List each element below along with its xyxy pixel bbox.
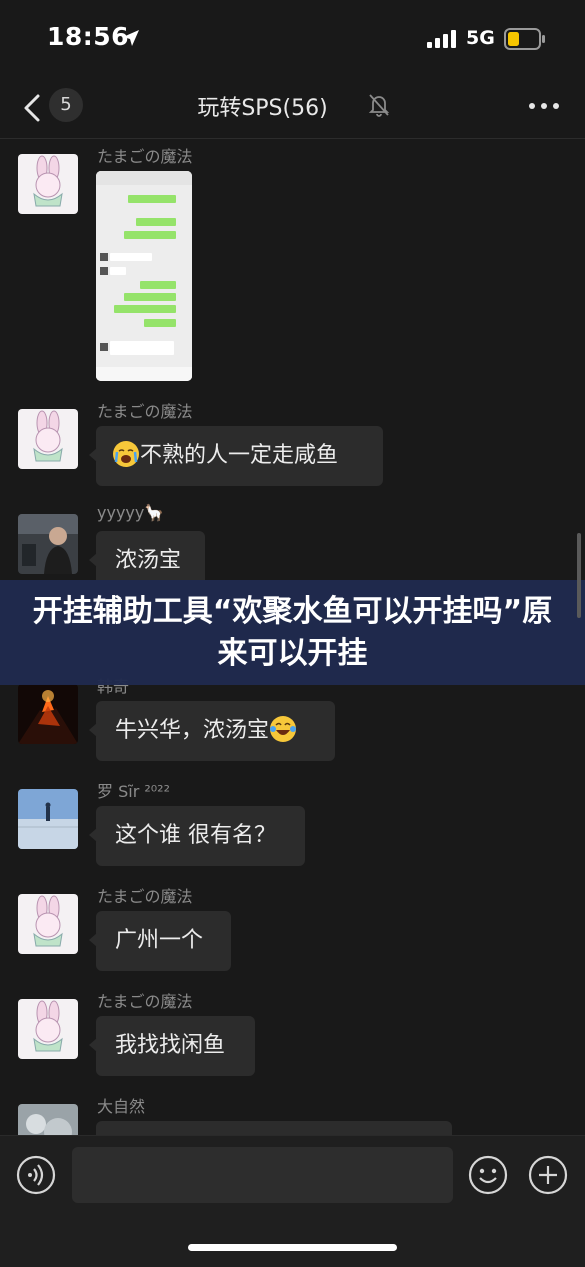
message-bubble[interactable]: 这个谁 很有名？ [89,806,305,866]
sender-name: たまごの魔法 [97,402,193,421]
more-dots-icon[interactable] [527,100,561,112]
plus-icon[interactable] [528,1155,568,1195]
avatar[interactable] [18,894,78,954]
message-bubble[interactable]: 我找找闲鱼 [89,1016,255,1076]
message-bubble[interactable]: 广州一个 [89,911,231,971]
chat-header: 5 玩转SPS(56) [0,78,585,139]
sender-name: 大自然 [97,1097,146,1116]
headline-banner: 开挂辅助工具“欢聚水鱼可以开挂吗”原来可以开挂 [0,580,585,685]
avatar[interactable] [18,684,78,744]
chat-title[interactable]: 玩转SPS(56) [150,90,375,122]
message-text: 我找找闲鱼 [115,1033,226,1058]
home-indicator[interactable] [188,1244,397,1251]
message-bubble[interactable]: 不熟的人一定走咸鱼 [89,426,383,486]
avatar[interactable] [18,514,78,574]
battery-icon [504,28,545,50]
clock: 18:56 [47,22,130,51]
voice-icon[interactable] [16,1155,56,1195]
sender-name: yyyyy🦙 [97,503,165,522]
avatar[interactable] [18,789,78,849]
image-message-thumbnail[interactable] [96,171,192,381]
message-text: 浓汤宝 [115,548,182,573]
crying-face-icon [113,441,139,467]
message-bubble[interactable]: 牛兴华，浓汤宝 [89,701,335,761]
bell-off-icon [368,94,390,117]
message-text: 不熟的人一定走咸鱼 [140,443,339,468]
network-type: 5G [466,27,495,49]
message-text: 牛兴华，浓汤宝 [115,718,270,743]
unread-count-badge[interactable]: 5 [49,88,83,122]
sender-name: たまごの魔法 [97,992,193,1011]
signal-icon [427,30,456,48]
location-arrow-icon [123,30,139,46]
back-button[interactable] [18,88,48,128]
sender-name: 罗 Sĩr ²⁰²² [97,782,171,801]
message-input[interactable] [72,1147,453,1203]
laughing-tears-icon [270,716,297,742]
message-text: 这个谁 很有名？ [115,823,276,848]
emoji-icon[interactable] [468,1155,508,1195]
avatar[interactable] [18,999,78,1059]
headline-text: 开挂辅助工具“欢聚水鱼可以开挂吗”原来可以开挂 [32,593,553,671]
scrollbar[interactable] [577,533,581,618]
sender-name: たまごの魔法 [97,887,193,906]
message-text: 广州一个 [115,928,204,953]
status-bar: 18:56 5G [0,0,585,78]
avatar[interactable] [18,154,78,214]
avatar[interactable] [18,409,78,469]
sender-name: たまごの魔法 [97,147,193,166]
